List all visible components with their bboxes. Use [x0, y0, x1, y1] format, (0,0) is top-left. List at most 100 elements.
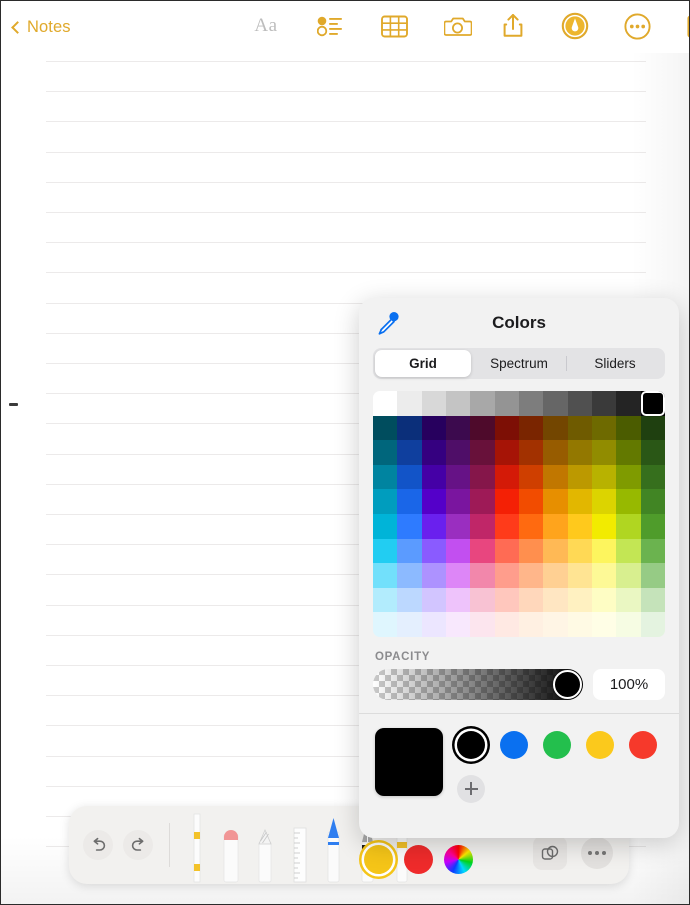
yellow-dot[interactable] [364, 845, 393, 874]
color-grid-cell[interactable] [518, 489, 544, 514]
color-grid-cell[interactable] [640, 513, 665, 539]
color-grid-cell[interactable] [640, 489, 665, 514]
color-grid-cell[interactable] [616, 415, 641, 441]
color-grid-cell[interactable] [373, 538, 398, 564]
color-grid-cell[interactable] [397, 538, 422, 564]
color-grid-cell[interactable] [445, 563, 471, 588]
eyedropper-icon[interactable] [375, 310, 401, 336]
color-grid-cell[interactable] [543, 464, 568, 490]
color-grid-cell[interactable] [640, 587, 665, 613]
color-grid-cell[interactable] [470, 587, 495, 613]
color-grid-cell[interactable] [470, 563, 495, 588]
color-grid[interactable] [373, 391, 665, 637]
color-grid-cell[interactable] [640, 391, 665, 416]
back-to-notes-button[interactable]: Notes [11, 18, 71, 37]
color-grid-cell[interactable] [421, 513, 446, 539]
color-grid-cell[interactable] [445, 415, 471, 441]
color-grid-cell[interactable] [543, 440, 568, 465]
color-grid-cell[interactable] [373, 464, 398, 490]
color-grid-cell[interactable] [421, 538, 446, 564]
color-grid-cell[interactable] [421, 587, 446, 613]
color-grid-cell[interactable] [591, 587, 617, 613]
color-grid-cell[interactable] [518, 415, 544, 441]
color-grid-cell[interactable] [616, 440, 641, 465]
color-grid-cell[interactable] [397, 563, 422, 588]
color-grid-cell[interactable] [470, 513, 495, 539]
color-grid-cell[interactable] [470, 538, 495, 564]
color-grid-cell[interactable] [567, 563, 592, 588]
color-grid-cell[interactable] [397, 513, 422, 539]
opacity-slider-knob[interactable] [553, 669, 582, 699]
color-grid-cell[interactable] [421, 464, 446, 490]
color-grid-cell[interactable] [567, 587, 592, 613]
more-options-icon[interactable] [620, 9, 654, 43]
color-grid-cell[interactable] [567, 391, 592, 416]
color-grid-cell[interactable] [445, 538, 471, 564]
color-grid-cell[interactable] [421, 391, 446, 416]
color-grid-cell[interactable] [543, 587, 568, 613]
swatch-yellow[interactable] [586, 730, 614, 759]
swatch-red[interactable] [629, 730, 657, 759]
eraser-tool[interactable] [218, 812, 244, 884]
color-grid-cell[interactable] [616, 612, 641, 637]
color-grid-cell[interactable] [445, 587, 471, 613]
checklist-icon[interactable] [313, 9, 347, 43]
color-grid-cell[interactable] [518, 538, 544, 564]
color-grid-cell[interactable] [543, 391, 568, 416]
color-grid-cell[interactable] [640, 538, 665, 564]
color-grid-cell[interactable] [518, 464, 544, 490]
pencil-tool[interactable] [252, 812, 278, 884]
color-grid-cell[interactable] [494, 440, 519, 465]
color-grid-cell[interactable] [616, 464, 641, 490]
color-grid-cell[interactable] [543, 489, 568, 514]
color-grid-cell[interactable] [640, 440, 665, 465]
color-grid-cell[interactable] [591, 513, 617, 539]
color-grid-cell[interactable] [397, 464, 422, 490]
color-grid-cell[interactable] [591, 415, 617, 441]
color-grid-cell[interactable] [373, 415, 398, 441]
color-grid-cell[interactable] [494, 612, 519, 637]
color-grid-cell[interactable] [567, 612, 592, 637]
color-grid-cell[interactable] [591, 612, 617, 637]
color-grid-cell[interactable] [397, 587, 422, 613]
swatch-black[interactable] [457, 730, 485, 759]
markup-pen-icon[interactable] [558, 9, 592, 43]
color-grid-cell[interactable] [518, 587, 544, 613]
color-grid-cell[interactable] [373, 513, 398, 539]
red-dot[interactable] [404, 845, 433, 874]
color-grid-cell[interactable] [494, 587, 519, 613]
color-grid-cell[interactable] [397, 440, 422, 465]
color-grid-cell[interactable] [373, 587, 398, 613]
color-grid-cell[interactable] [373, 440, 398, 465]
color-grid-cell[interactable] [543, 612, 568, 637]
color-wheel[interactable] [444, 845, 473, 874]
color-grid-cell[interactable] [543, 538, 568, 564]
color-grid-cell[interactable] [591, 391, 617, 416]
color-grid-cell[interactable] [494, 391, 519, 416]
color-grid-cell[interactable] [640, 415, 665, 441]
color-grid-cell[interactable] [567, 489, 592, 514]
camera-icon[interactable] [441, 9, 475, 43]
color-grid-cell[interactable] [518, 440, 544, 465]
color-grid-cell[interactable] [421, 440, 446, 465]
tab-spectrum[interactable]: Spectrum [471, 350, 567, 377]
redo-icon[interactable] [123, 830, 153, 860]
color-grid-cell[interactable] [494, 415, 519, 441]
color-grid-cell[interactable] [470, 415, 495, 441]
color-grid-cell[interactable] [567, 464, 592, 490]
table-icon[interactable] [377, 9, 411, 43]
color-grid-cell[interactable] [567, 513, 592, 539]
color-grid-cell[interactable] [518, 391, 544, 416]
tab-sliders[interactable]: Sliders [567, 350, 663, 377]
add-swatch-button[interactable] [457, 774, 485, 803]
pen-tool[interactable] [320, 812, 346, 884]
color-grid-cell[interactable] [470, 440, 495, 465]
color-grid-cell[interactable] [373, 489, 398, 514]
color-grid-cell[interactable] [640, 612, 665, 637]
color-grid-cell[interactable] [445, 440, 471, 465]
color-grid-cell[interactable] [591, 440, 617, 465]
color-grid-cell[interactable] [591, 489, 617, 514]
color-grid-cell[interactable] [494, 489, 519, 514]
color-grid-cell[interactable] [616, 587, 641, 613]
color-grid-cell[interactable] [518, 612, 544, 637]
